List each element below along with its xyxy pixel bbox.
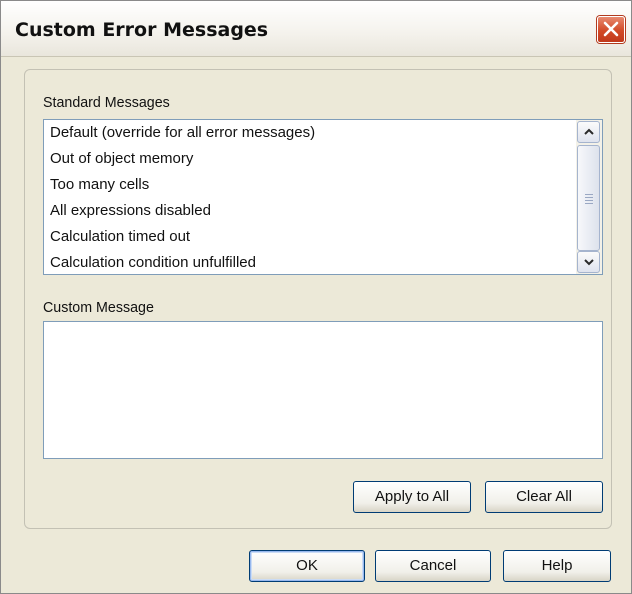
list-item[interactable]: Default (override for all error messages… <box>44 120 576 146</box>
grip-line <box>585 197 593 198</box>
list-item[interactable]: Out of object memory <box>44 146 576 172</box>
clear-all-button[interactable]: Clear All <box>485 481 603 513</box>
help-button[interactable]: Help <box>503 550 611 582</box>
custom-message-label: Custom Message <box>43 299 154 316</box>
arrow-down-icon <box>584 259 594 266</box>
list-item[interactable]: Calculation condition unfulfilled <box>44 250 576 276</box>
close-button[interactable] <box>597 16 625 43</box>
close-icon <box>603 21 619 37</box>
standard-messages-list[interactable]: Default (override for all error messages… <box>43 119 603 275</box>
apply-to-all-button[interactable]: Apply to All <box>353 481 471 513</box>
scroll-down-button[interactable] <box>577 251 600 273</box>
vertical-scrollbar[interactable] <box>576 120 602 274</box>
cancel-button[interactable]: Cancel <box>375 550 491 582</box>
scroll-up-button[interactable] <box>577 121 600 143</box>
custom-error-messages-dialog: Custom Error Messages Standard Messages … <box>0 0 632 594</box>
title-bar[interactable]: Custom Error Messages <box>1 1 631 57</box>
list-item[interactable]: Too many cells <box>44 172 576 198</box>
standard-messages-label: Standard Messages <box>43 94 170 111</box>
ok-button[interactable]: OK <box>249 550 365 582</box>
grip-line <box>585 194 593 195</box>
arrow-up-icon <box>584 128 594 135</box>
grip-line <box>585 203 593 204</box>
custom-message-field[interactable] <box>43 321 603 459</box>
list-item[interactable]: All expressions disabled <box>44 198 576 224</box>
grip-line <box>585 200 593 201</box>
list-item[interactable]: Calculation timed out <box>44 224 576 250</box>
dialog-title: Custom Error Messages <box>15 19 269 41</box>
scroll-thumb[interactable] <box>577 145 600 251</box>
